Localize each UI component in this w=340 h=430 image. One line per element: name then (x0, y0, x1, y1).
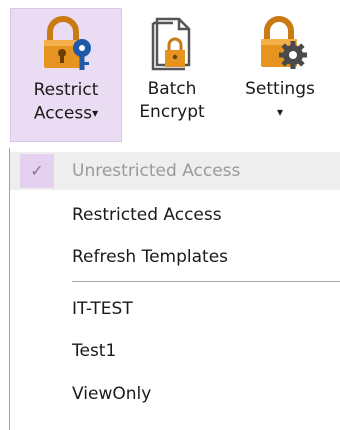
menu-item-restricted-access[interactable]: Restricted Access (10, 196, 340, 234)
document-lock-icon (128, 8, 216, 78)
menu-item-unrestricted-access[interactable]: ✓ Unrestricted Access (10, 152, 340, 190)
menu-item-label: ViewOnly (72, 384, 152, 404)
restrict-access-label-line2: Access▾ (11, 102, 121, 126)
batch-encrypt-label-line2: Encrypt (139, 102, 205, 122)
menu-item-refresh-templates[interactable]: Refresh Templates (10, 238, 340, 276)
check-indicator: ✓ (20, 154, 54, 188)
restrict-access-dropdown-menu: ✓ Unrestricted Access Restricted Access … (9, 148, 340, 430)
ribbon: Restrict Access▾ Batch Encrypt Settings … (0, 0, 340, 143)
menu-item-label: IT-TEST (72, 299, 133, 319)
menu-item-it-test[interactable]: IT-TEST (10, 290, 340, 328)
batch-encrypt-label-line1: Batch (147, 79, 197, 99)
menu-item-label: Restricted Access (72, 205, 222, 225)
chevron-down-icon: ▾ (92, 106, 99, 120)
batch-encrypt-button[interactable]: Batch Encrypt (128, 8, 216, 142)
settings-button[interactable]: Settings ▾ (230, 8, 330, 142)
menu-item-label: Refresh Templates (72, 247, 229, 267)
chevron-down-icon: ▾ (276, 105, 284, 119)
settings-dropdown-caret: ▾ (230, 101, 330, 125)
checkmark-icon: ✓ (30, 161, 44, 180)
restrict-access-label-line1: Restrict (33, 80, 99, 100)
restrict-access-button[interactable]: Restrict Access▾ (10, 8, 122, 142)
lock-key-icon (11, 9, 121, 79)
lock-gear-icon (230, 8, 330, 78)
menu-item-viewonly[interactable]: ViewOnly (10, 375, 340, 413)
menu-separator (72, 281, 340, 282)
restrict-access-label-text: Access (33, 103, 93, 124)
menu-item-label: Test1 (72, 341, 117, 361)
menu-item-test1[interactable]: Test1 (10, 332, 340, 370)
menu-item-label: Unrestricted Access (72, 161, 241, 181)
settings-label: Settings (245, 79, 315, 99)
